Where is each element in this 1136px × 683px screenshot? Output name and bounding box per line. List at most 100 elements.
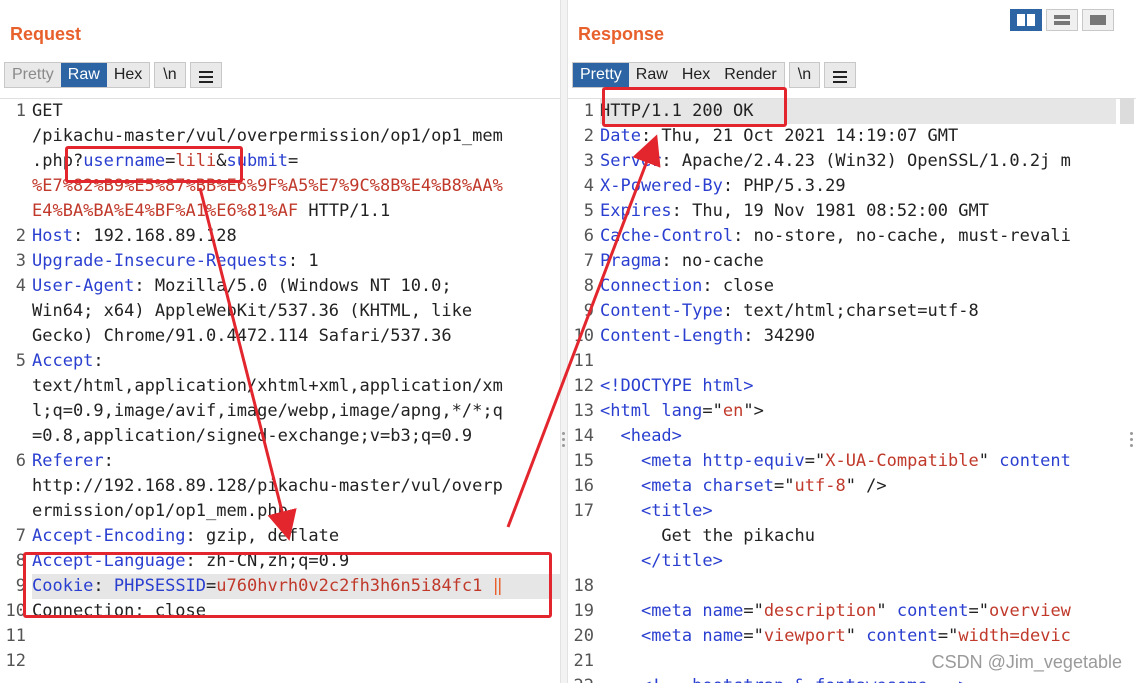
line-text: <meta name="description" content="overvi… <box>600 599 1116 624</box>
code-token: lang <box>661 401 703 421</box>
response-code-line: 17 <title> <box>568 499 1116 524</box>
request-code-line: .php?username=lili&submit= <box>0 149 560 174</box>
layout-rows-icon <box>1054 15 1070 25</box>
response-code-line: </title> <box>568 549 1116 574</box>
response-code-line: 4 X-Powered-By: PHP/5.3.29 <box>568 174 1116 199</box>
line-text: Accept-Encoding: gzip, deflate <box>32 524 560 549</box>
request-tab-raw[interactable]: Raw <box>60 63 107 87</box>
request-tab-hex[interactable]: Hex <box>107 63 149 87</box>
code-token: en <box>722 401 744 421</box>
layout-rows-button[interactable] <box>1046 9 1078 31</box>
response-code-line: 13 <html lang="en"> <box>568 399 1116 424</box>
code-token: Content-Length <box>600 326 744 346</box>
response-tab-hex[interactable]: Hex <box>675 63 717 87</box>
request-code-line: 6 Referer: <box>0 449 560 474</box>
pane-divider[interactable] <box>560 0 568 683</box>
layout-columns-button[interactable] <box>1010 9 1042 31</box>
code-token: " /> <box>845 476 887 496</box>
code-token: <meta <box>640 626 703 646</box>
code-token: =" <box>937 626 959 646</box>
code-token: <!-- bootstrap & fontawesome --> <box>641 676 969 683</box>
line-text: text/html,application/xhtml+xml,applicat… <box>32 374 560 399</box>
response-tab-render[interactable]: Render <box>717 63 783 87</box>
line-number: 22 <box>568 674 600 683</box>
line-number: 8 <box>15 551 26 571</box>
request-editor[interactable]: 1 GET/pikachu-master/vul/overpermission/o… <box>0 98 560 683</box>
response-code: 1 HTTP/1.1 200 OK 2 Date: Thu, 21 Oct 2021 … <box>568 99 1116 683</box>
layout-single-icon <box>1090 15 1106 25</box>
response-scroll-thumb[interactable] <box>1120 98 1134 124</box>
code-token: Pragma <box>600 251 662 271</box>
code-token: : Apache/2.4.23 (Win32) OpenSSL/1.0.2j m <box>661 151 1071 171</box>
line-number: 13 <box>573 401 594 421</box>
code-token: =0.8,application/signed-exchange;v=b3;q=… <box>32 426 473 446</box>
response-editor[interactable]: 1 HTTP/1.1 200 OK 2 Date: Thu, 21 Oct 2021 … <box>568 98 1136 683</box>
response-tab-raw[interactable]: Raw <box>629 63 675 87</box>
code-token: Cache-Control <box>600 226 734 246</box>
code-token: Cookie <box>32 576 94 596</box>
response-code-line: 7 Pragma: no-cache <box>568 249 1116 274</box>
request-code-line: Gecko) Chrome/91.0.4472.114 Safari/537.3… <box>0 324 560 349</box>
code-token: =" <box>804 451 826 471</box>
line-text: %E7%82%B9%E5%87%BB%E6%9F%A5%E7%9C%8B%E4%… <box>32 174 560 199</box>
line-number: 19 <box>573 601 594 621</box>
line-number: 21 <box>573 651 594 671</box>
line-text: <html lang="en"> <box>600 399 1116 424</box>
code-token: : Thu, 21 Oct 2021 14:19:07 GMT <box>640 126 959 146</box>
line-number: 12 <box>5 651 26 671</box>
line-text: Server: Apache/2.4.23 (Win32) OpenSSL/1.… <box>600 149 1116 174</box>
request-newline-toggle[interactable]: \n <box>154 62 186 88</box>
code-token: HTTP/1.1 <box>298 201 391 221</box>
code-token: HTTP/1.1 200 OK <box>600 101 754 121</box>
code-token: = <box>165 151 176 171</box>
response-code-line: 12 <!DOCTYPE html> <box>568 374 1116 399</box>
code-token: E4%BA%BA%E4%BF%A1%E6%81%AF <box>32 201 299 221</box>
code-token: ermission/op1/op1_mem.php <box>32 501 288 521</box>
line-number <box>0 149 32 174</box>
line-number: 16 <box>573 476 594 496</box>
code-token: =" <box>743 601 764 621</box>
response-code-line: 8 Connection: close <box>568 274 1116 299</box>
line-text: =0.8,application/signed-exchange;v=b3;q=… <box>32 424 560 449</box>
response-code-line: 1 HTTP/1.1 200 OK <box>568 99 1116 124</box>
layout-columns-icon <box>1017 14 1035 26</box>
request-code-line: 10 Connection: close <box>0 599 560 624</box>
response-scrollbar[interactable] <box>1118 98 1136 128</box>
response-title: Response <box>578 24 665 44</box>
response-newline-toggle[interactable]: \n <box>788 62 821 88</box>
line-text: Accept: <box>32 349 560 374</box>
code-token: User-Agent <box>32 276 135 296</box>
code-token: Upgrade-Insecure-Requests <box>32 251 288 271</box>
request-tab-pretty[interactable]: Pretty <box>5 63 61 87</box>
request-menu-button[interactable] <box>189 62 222 88</box>
request-code-line: 8 Accept-Language: zh-CN,zh;q=0.9 <box>0 549 560 574</box>
response-menu-button[interactable] <box>824 62 857 88</box>
request-code-line: 4 User-Agent: Mozilla/5.0 (Windows NT 10.… <box>0 274 560 299</box>
line-number: 9 <box>15 576 26 596</box>
request-code-line: text/html,application/xhtml+xml,applicat… <box>0 374 560 399</box>
response-code-line: 2 Date: Thu, 21 Oct 2021 14:19:07 GMT <box>568 124 1116 149</box>
code-token: Connection: close <box>32 601 206 621</box>
request-code: 1 GET/pikachu-master/vul/overpermission/o… <box>0 99 560 674</box>
code-token: Connection <box>600 276 703 296</box>
code-token: <title> <box>640 501 713 521</box>
response-tab-pretty[interactable]: Pretty <box>573 63 629 87</box>
line-text: Accept-Language: zh-CN,zh;q=0.9 <box>32 549 560 574</box>
line-text: Upgrade-Insecure-Requests: 1 <box>32 249 560 274</box>
line-text: Date: Thu, 21 Oct 2021 14:19:07 GMT <box>600 124 1116 149</box>
line-number: 20 <box>573 626 594 646</box>
line-number: 2 <box>583 126 594 146</box>
request-code-line: %E7%82%B9%E5%87%BB%E6%9F%A5%E7%9C%8B%E4%… <box>0 174 560 199</box>
request-code-line: 7 Accept-Encoding: gzip, deflate <box>0 524 560 549</box>
code-token: Accept-Language <box>32 551 186 571</box>
code-token: Gecko) Chrome/91.0.4472.114 Safari/537.3… <box>32 326 452 346</box>
request-code-line: E4%BA%BA%E4%BF%A1%E6%81%AF HTTP/1.1 <box>0 199 560 224</box>
layout-single-button[interactable] <box>1082 9 1114 31</box>
hamburger-menu-icon <box>832 63 848 83</box>
response-code-line: 5 Expires: Thu, 19 Nov 1981 08:52:00 GMT <box>568 199 1116 224</box>
request-code-line: 1 GET <box>0 99 560 124</box>
